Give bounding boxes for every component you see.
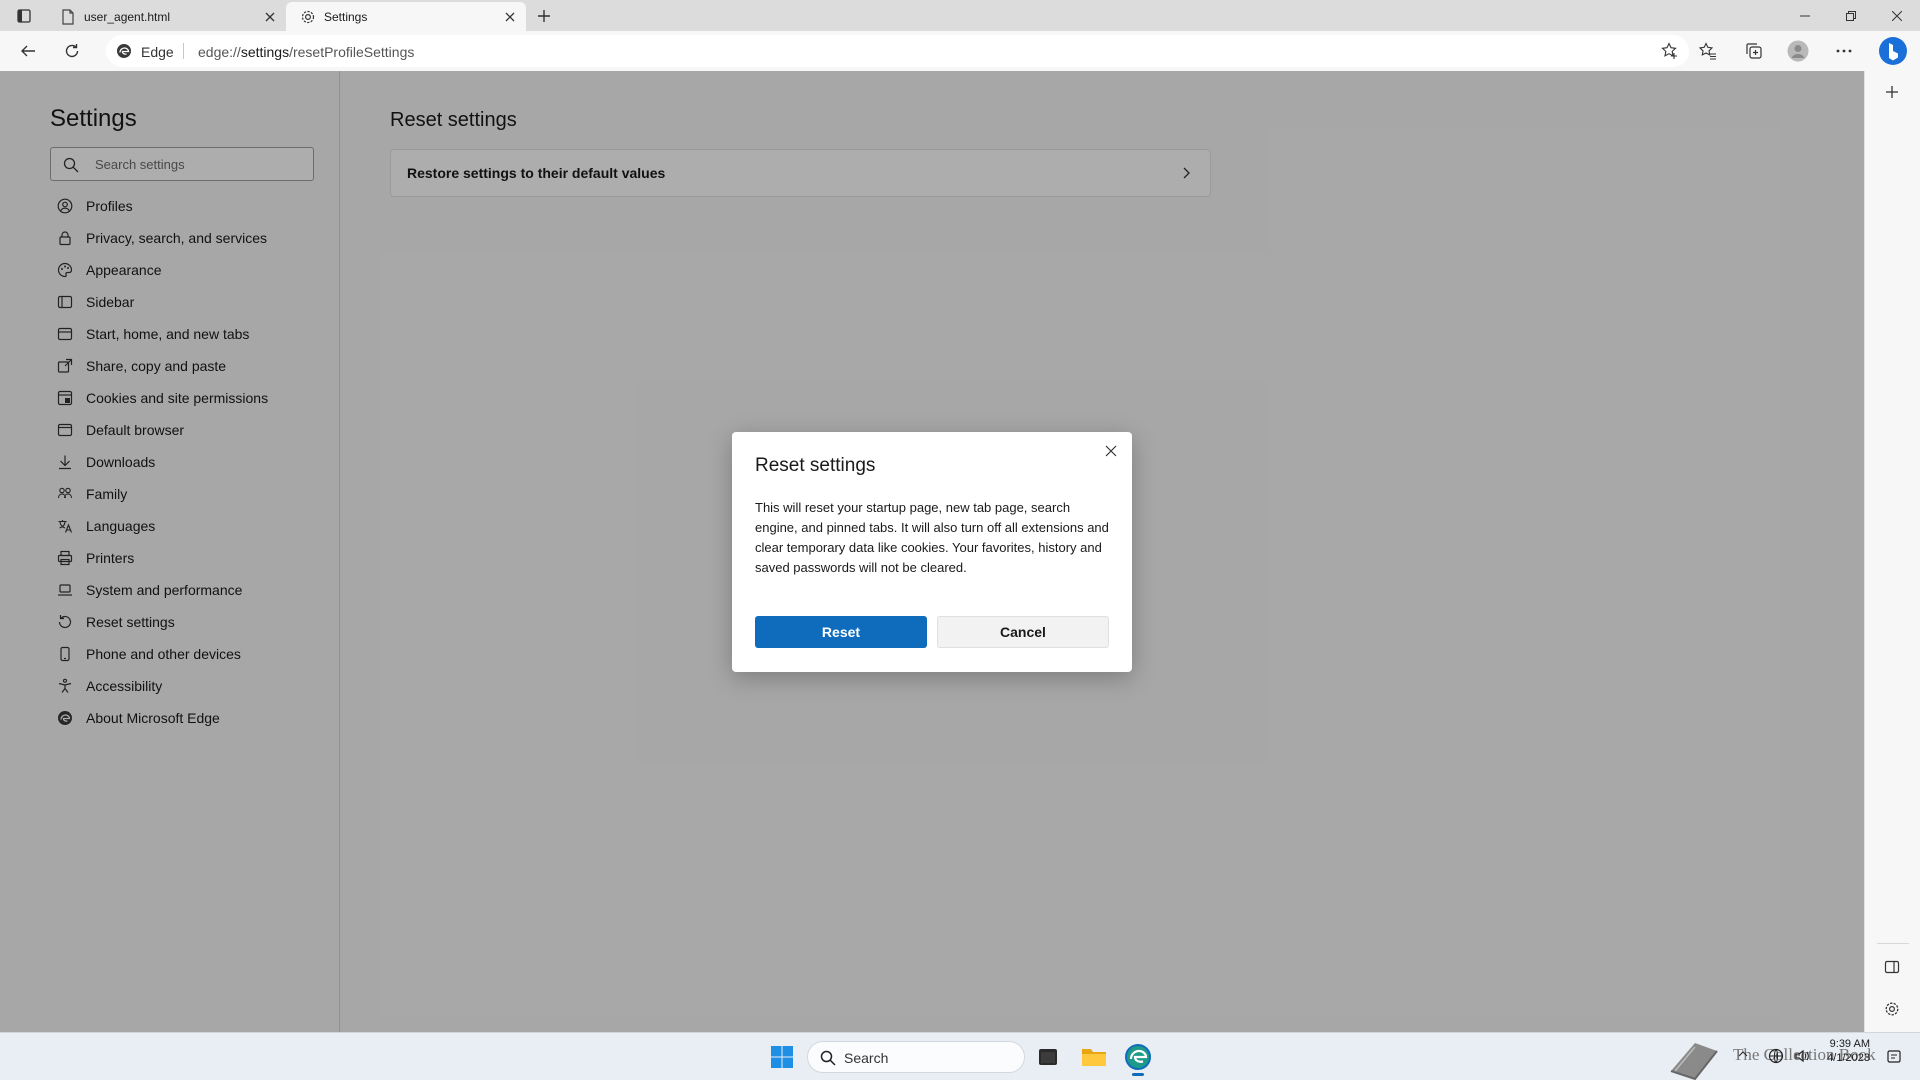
restore-icon — [1846, 10, 1856, 21]
taskbar-search-box[interactable]: Search — [807, 1041, 1025, 1073]
restore-button[interactable] — [1828, 0, 1874, 31]
address-bar[interactable]: Edge edge://settings/resetProfileSetting… — [106, 35, 1689, 67]
reset-settings-dialog: Reset settings This will reset your star… — [732, 432, 1132, 672]
divider — [183, 43, 184, 59]
terminal-icon — [1039, 1049, 1057, 1065]
sidebar-settings-gear-icon[interactable] — [1884, 1001, 1900, 1017]
tab-user-agent[interactable]: user_agent.html — [46, 2, 286, 31]
plus-icon — [538, 10, 550, 22]
taskbar-search-label: Search — [844, 1050, 889, 1066]
book-logo — [1670, 1043, 1718, 1080]
clock-date: 4/1/2023 — [1827, 1052, 1870, 1064]
refresh-icon — [65, 44, 79, 58]
bing-icon — [1879, 37, 1907, 65]
dialog-message: This will reset your startup page, new t… — [755, 500, 1109, 575]
bing-chat-button[interactable] — [1877, 35, 1909, 67]
site-identity-label: Edge — [141, 44, 174, 60]
settings-and-more-button[interactable] — [1830, 37, 1858, 65]
volume-icon[interactable] — [1794, 1048, 1810, 1064]
new-tab-button[interactable] — [532, 4, 556, 28]
profile-button[interactable] — [1784, 37, 1812, 65]
tab-strip: user_agent.html Settings — [0, 0, 1920, 31]
close-tab-icon[interactable] — [262, 9, 278, 25]
navigation-bar: Edge edge://settings/resetProfileSetting… — [0, 31, 1920, 71]
close-icon — [1105, 445, 1117, 457]
folder-icon — [1082, 1049, 1106, 1066]
reset-button[interactable]: Reset — [755, 616, 927, 648]
edge-icon — [117, 44, 131, 58]
hide-sidebar-icon[interactable] — [1884, 959, 1900, 975]
network-icon[interactable] — [1768, 1048, 1784, 1064]
favorites-icon — [1699, 42, 1716, 60]
task-view-button[interactable] — [1032, 1041, 1064, 1073]
favorites-button[interactable] — [1694, 37, 1722, 65]
collections-icon — [1746, 43, 1762, 59]
back-arrow-icon — [21, 45, 35, 57]
edge-taskbar-button[interactable] — [1122, 1041, 1154, 1076]
search-icon — [820, 1050, 836, 1066]
file-explorer-button[interactable] — [1078, 1041, 1110, 1073]
cancel-button[interactable]: Cancel — [937, 616, 1109, 648]
collections-button[interactable] — [1740, 37, 1768, 65]
file-icon — [60, 9, 76, 25]
notification-icon[interactable] — [1886, 1049, 1902, 1065]
edge-icon — [1125, 1044, 1151, 1070]
minimize-icon — [1800, 15, 1810, 16]
divider — [1877, 943, 1909, 944]
dialog-title: Reset settings — [755, 455, 876, 476]
clock-time: 9:39 AM — [1829, 1038, 1870, 1050]
tab-settings[interactable]: Settings — [286, 2, 526, 31]
tab-actions-button[interactable] — [10, 4, 38, 28]
chevron-up-icon[interactable] — [1738, 1050, 1748, 1058]
windows-taskbar: Search The Collection Book 9:39 AM 4/1/2… — [0, 1032, 1920, 1080]
back-button[interactable] — [14, 37, 42, 65]
gear-icon — [300, 9, 316, 25]
minimize-button[interactable] — [1782, 0, 1828, 31]
add-sidebar-app-icon[interactable] — [1884, 84, 1900, 100]
system-clock[interactable]: 9:39 AM 4/1/2023 — [1822, 1037, 1870, 1065]
close-window-button[interactable] — [1874, 0, 1920, 31]
edge-sidebar — [1864, 71, 1920, 1032]
tab-title: user_agent.html — [84, 10, 171, 24]
close-icon — [1892, 10, 1902, 21]
dialog-close-button[interactable] — [1100, 440, 1122, 462]
more-icon — [1836, 49, 1852, 53]
windows-start-icon[interactable] — [770, 1045, 794, 1069]
tab-actions-icon — [17, 9, 31, 23]
tab-title: Settings — [324, 10, 368, 24]
refresh-button[interactable] — [58, 37, 86, 65]
avatar — [1787, 40, 1809, 62]
add-favorite-icon[interactable] — [1661, 42, 1679, 60]
close-tab-icon[interactable] — [502, 9, 518, 25]
url-text: edge://settings/resetProfileSettings — [198, 44, 415, 60]
